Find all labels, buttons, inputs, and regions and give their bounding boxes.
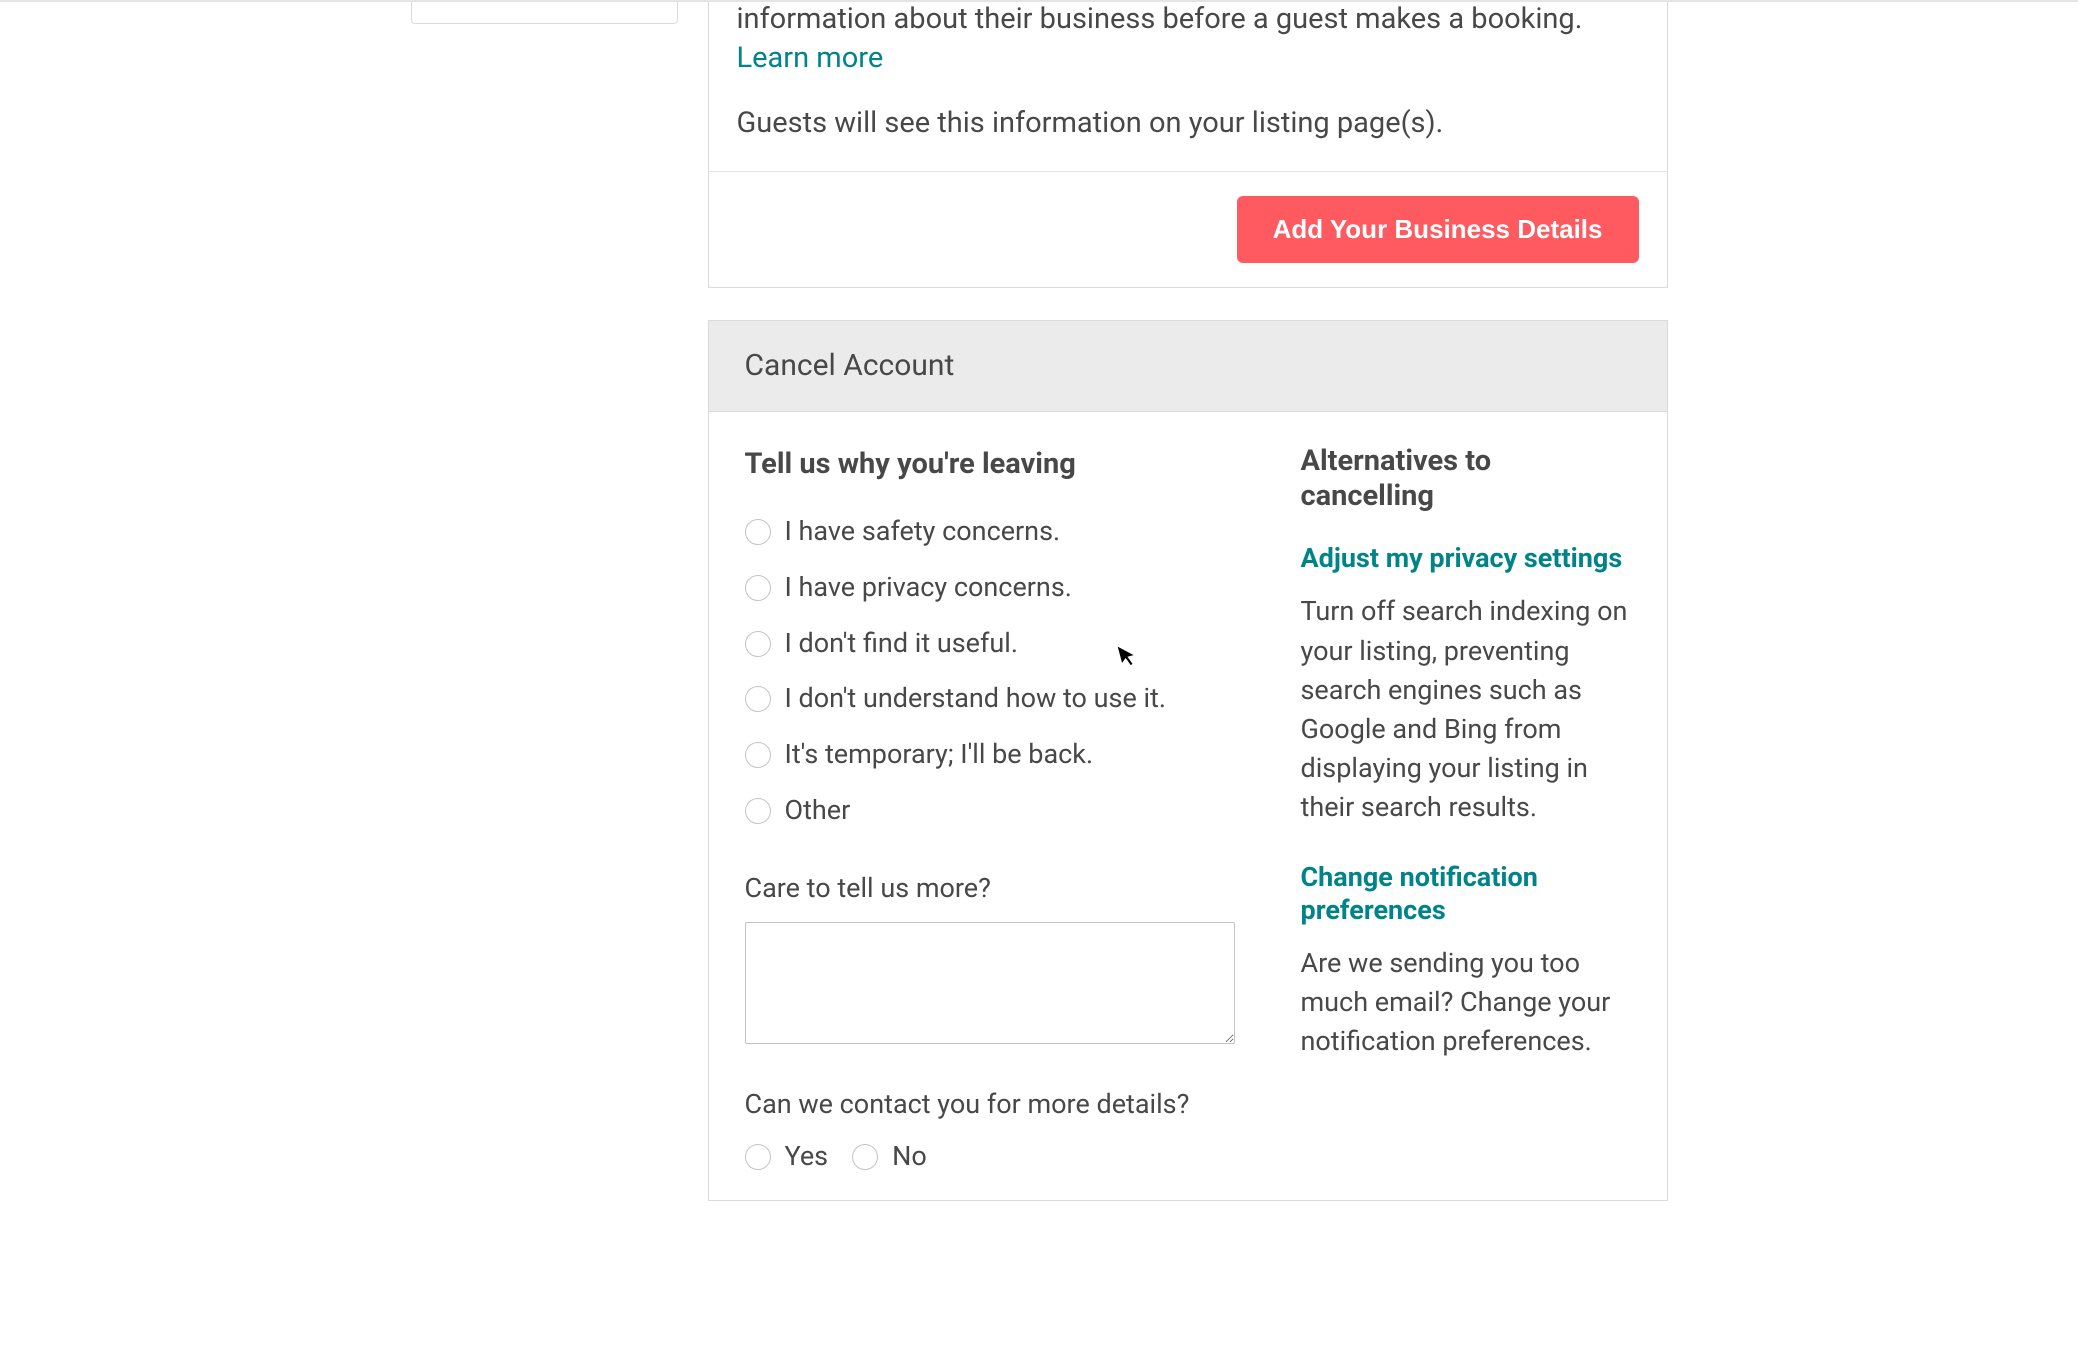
radio-label: Other — [785, 792, 851, 830]
learn-more-link[interactable]: Learn more — [737, 41, 884, 75]
contact-radio-group: Yes No — [745, 1138, 1241, 1176]
radio-icon — [745, 575, 771, 601]
radio-icon — [745, 519, 771, 545]
tell-more-textarea[interactable] — [745, 922, 1235, 1044]
reason-radio-temporary[interactable]: It's temporary; I'll be back. — [745, 736, 1241, 774]
radio-icon — [745, 686, 771, 712]
alt-desc-notifications: Are we sending you too much email? Chang… — [1301, 944, 1631, 1061]
cancel-panel-body: Tell us why you're leaving I have safety… — [709, 412, 1667, 1199]
contact-radio-yes[interactable]: Yes — [745, 1138, 829, 1176]
alternatives-section: Alternatives to cancelling Adjust my pri… — [1301, 444, 1631, 1175]
business-panel-footer: Add Your Business Details — [709, 172, 1667, 287]
radio-label: No — [892, 1138, 927, 1176]
business-panel-body: information about their business before … — [709, 0, 1667, 172]
radio-label: I don't find it useful. — [785, 625, 1018, 663]
reason-radio-not-useful[interactable]: I don't find it useful. — [745, 625, 1241, 663]
radio-label: I have privacy concerns. — [785, 569, 1072, 607]
contact-label: Can we contact you for more details? — [745, 1086, 1241, 1124]
radio-icon — [745, 1144, 771, 1170]
guests-info-text: Guests will see this information on your… — [737, 104, 1639, 143]
reason-radio-dont-understand[interactable]: I don't understand how to use it. — [745, 680, 1241, 718]
cancel-panel-title: Cancel Account — [745, 345, 1631, 387]
leaving-reason-section: Tell us why you're leaving I have safety… — [745, 444, 1241, 1175]
radio-label: I have safety concerns. — [785, 513, 1061, 551]
sidebar-partial-box — [411, 0, 678, 24]
sidebar-area — [411, 0, 708, 1233]
reason-radio-other[interactable]: Other — [745, 792, 1241, 830]
business-details-panel: information about their business before … — [708, 0, 1668, 288]
alt-desc-privacy: Turn off search indexing on your listing… — [1301, 592, 1631, 827]
radio-label: It's temporary; I'll be back. — [785, 736, 1094, 774]
cancel-account-panel: Cancel Account Tell us why you're leavin… — [708, 320, 1668, 1200]
page-wrapper: information about their business before … — [0, 0, 2078, 1233]
radio-icon — [745, 742, 771, 768]
radio-icon — [852, 1144, 878, 1170]
contact-radio-no[interactable]: No — [852, 1138, 927, 1176]
alternatives-heading: Alternatives to cancelling — [1301, 444, 1631, 514]
leaving-reason-radios: I have safety concerns. I have privacy c… — [745, 513, 1241, 830]
main-content: information about their business before … — [708, 0, 1668, 1233]
business-info-fragment: information about their business before … — [737, 2, 1583, 36]
radio-icon — [745, 631, 771, 657]
tell-more-label: Care to tell us more? — [745, 870, 1241, 908]
leaving-heading: Tell us why you're leaving — [745, 444, 1241, 485]
radio-icon — [745, 798, 771, 824]
reason-radio-safety[interactable]: I have safety concerns. — [745, 513, 1241, 551]
reason-radio-privacy[interactable]: I have privacy concerns. — [745, 569, 1241, 607]
alt-link-notifications[interactable]: Change notification preferences — [1301, 861, 1631, 926]
radio-label: Yes — [785, 1138, 829, 1176]
business-info-text: information about their business before … — [737, 0, 1639, 78]
radio-label: I don't understand how to use it. — [785, 680, 1167, 718]
top-divider — [0, 0, 2078, 2]
add-business-details-button[interactable]: Add Your Business Details — [1237, 196, 1639, 263]
alt-link-privacy[interactable]: Adjust my privacy settings — [1301, 542, 1631, 574]
cancel-panel-header: Cancel Account — [709, 321, 1667, 412]
